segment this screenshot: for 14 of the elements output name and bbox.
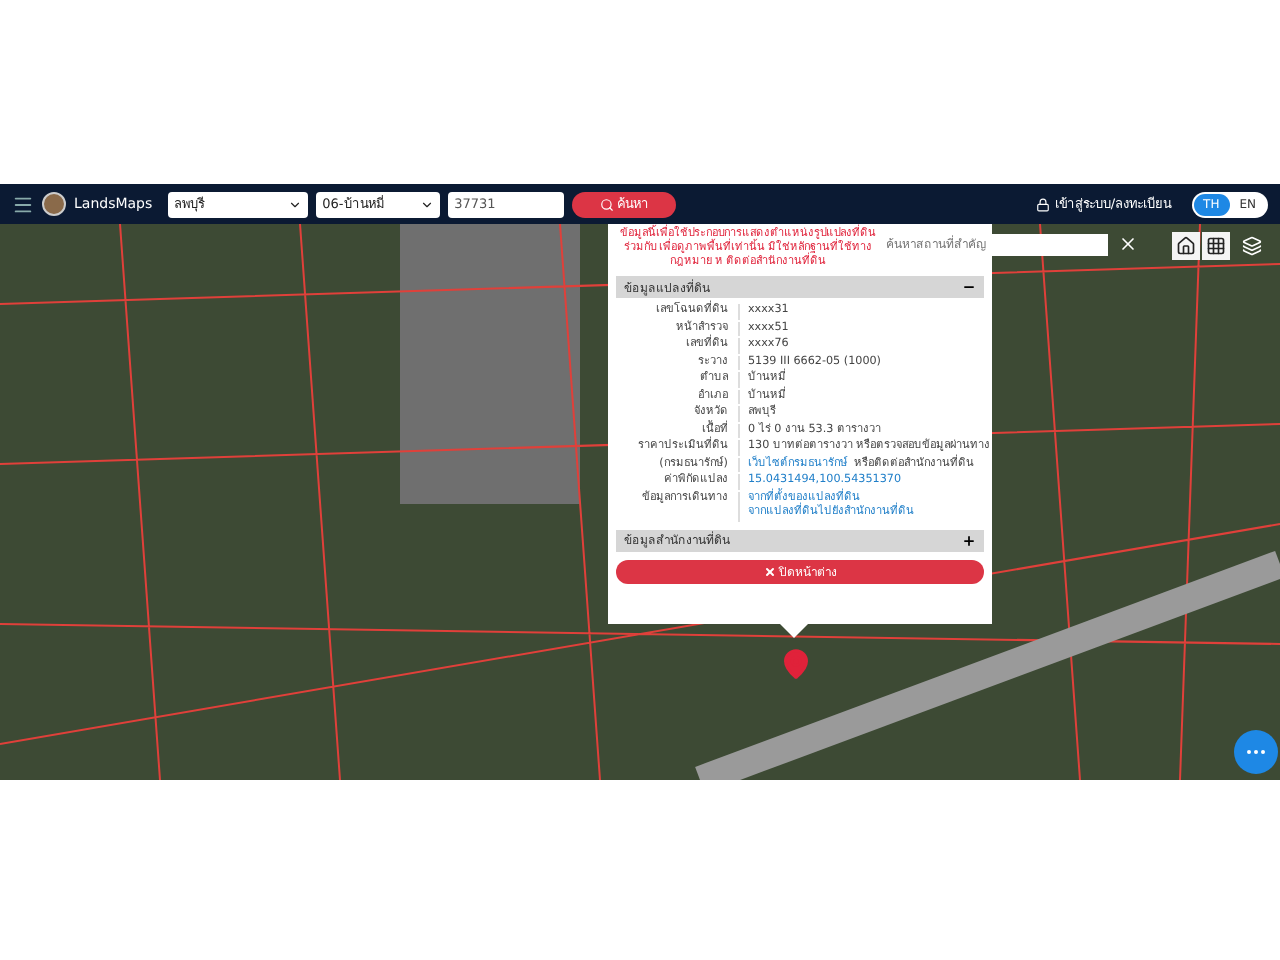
grid-button[interactable] [1202, 232, 1230, 260]
collapse-icon [962, 280, 976, 294]
layers-button[interactable] [1238, 232, 1266, 260]
close-icon [763, 565, 775, 577]
caret-icon [288, 197, 303, 211]
location-pin-icon [780, 648, 812, 680]
menu-icon[interactable] [12, 193, 34, 215]
lock-icon [1036, 197, 1051, 211]
home-button[interactable] [1172, 232, 1200, 260]
search-icon [599, 197, 614, 211]
caret-icon [420, 197, 435, 211]
logo-icon [42, 192, 66, 216]
expand-icon [962, 533, 976, 547]
close-icon[interactable] [1118, 234, 1138, 254]
